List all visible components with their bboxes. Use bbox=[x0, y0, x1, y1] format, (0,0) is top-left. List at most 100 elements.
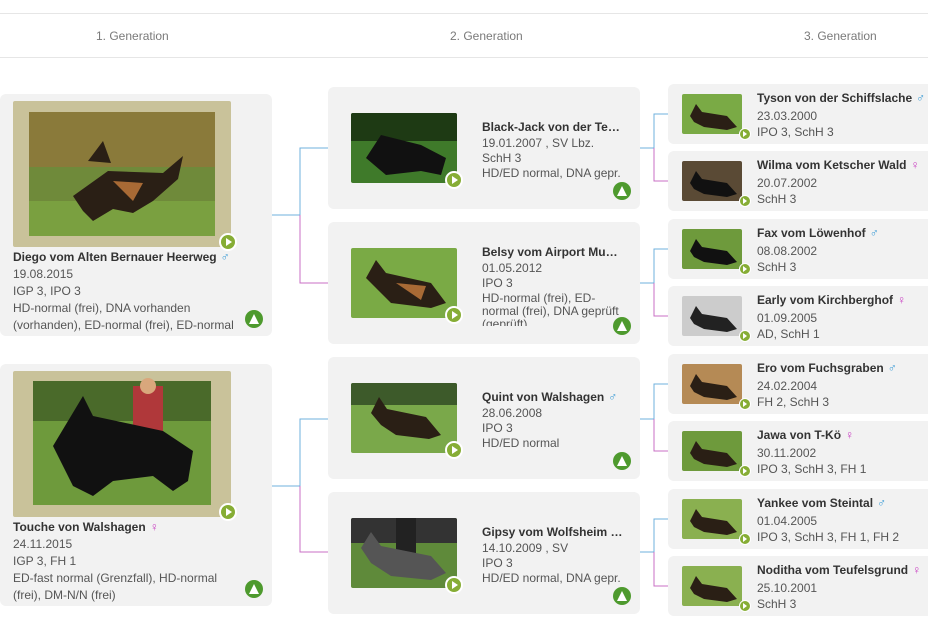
dog-name-link[interactable]: Yankee vom Steintal ♂ bbox=[757, 496, 927, 510]
play-icon[interactable] bbox=[445, 441, 463, 459]
birth-date: 01.04.2005 bbox=[757, 514, 818, 528]
dog-name-link[interactable]: Fax vom Löwenhof ♂ bbox=[757, 226, 927, 240]
play-icon[interactable] bbox=[445, 171, 463, 189]
dog-name[interactable]: Tyson von der Schiffslache bbox=[757, 91, 912, 105]
health-info-1: HD/ED normal bbox=[482, 436, 560, 450]
birth-date: 20.07.2002 bbox=[757, 176, 818, 190]
female-icon: ♀ bbox=[897, 293, 907, 307]
dog-card-gen2-1[interactable]: Black-Jack von der Te… 19.01.2007 , SV L… bbox=[328, 87, 640, 209]
dog-name[interactable]: Fax vom Löwenhof bbox=[757, 226, 866, 240]
health-info-1: HD/ED normal, DNA gepr. bbox=[482, 166, 621, 180]
titles: IPO 3 bbox=[482, 276, 513, 290]
dog-card-gen2-2[interactable]: Belsy vom Airport Mu… 01.05.2012 IPO 3 H… bbox=[328, 222, 640, 344]
female-icon: ♀ bbox=[845, 428, 855, 442]
birth-date: 01.09.2005 bbox=[757, 311, 818, 325]
dog-card-gen2-4[interactable]: Gipsy vom Wolfsheim … 14.10.2009 , SV IP… bbox=[328, 492, 640, 614]
male-icon: ♂ bbox=[869, 226, 879, 240]
dog-photo[interactable] bbox=[682, 566, 742, 606]
dog-photo[interactable] bbox=[682, 499, 742, 539]
dog-photo[interactable] bbox=[13, 371, 231, 517]
dog-name-link[interactable]: Early vom Kirchberghof ♀ bbox=[757, 293, 927, 307]
birth-date: 14.10.2009 , SV bbox=[482, 541, 569, 555]
birth-date: 08.08.2002 bbox=[757, 244, 818, 258]
dog-card-gen3-1[interactable]: Tyson von der Schiffslache ♂ 23.03.2000 I… bbox=[668, 84, 928, 144]
female-icon: ♀ bbox=[912, 563, 922, 577]
birth-date: 19.01.2007 , SV Lbz. bbox=[482, 136, 595, 150]
male-icon: ♂ bbox=[887, 361, 897, 375]
male-icon: ♂ bbox=[877, 496, 887, 510]
dog-card-gen3-2[interactable]: Wilma vom Ketscher Wald ♀ 20.07.2002 SchH… bbox=[668, 151, 928, 211]
dog-photo[interactable] bbox=[682, 161, 742, 201]
dog-photo[interactable] bbox=[682, 229, 742, 269]
birth-date: 30.11.2002 bbox=[757, 446, 817, 460]
dog-card-gen3-5[interactable]: Ero vom Fuchsgraben ♂ 24.02.2004 FH 2, Sc… bbox=[668, 354, 928, 414]
titles: IGP 3, FH 1 bbox=[13, 554, 77, 568]
pedigree-icon[interactable] bbox=[613, 452, 631, 470]
health-info-1: HD-normal (frei), ED- bbox=[482, 291, 596, 305]
dog-photo[interactable] bbox=[682, 431, 742, 471]
dog-card-gen3-3[interactable]: Fax vom Löwenhof ♂ 08.08.2002 SchH 3 bbox=[668, 219, 928, 279]
dog-name[interactable]: Wilma vom Ketscher Wald bbox=[757, 158, 906, 172]
titles: IPO 3 bbox=[482, 556, 513, 570]
titles: SchH 3 bbox=[757, 260, 797, 274]
titles: SchH 3 bbox=[482, 151, 522, 165]
play-icon[interactable] bbox=[739, 533, 751, 545]
dog-card-gen3-8[interactable]: Noditha vom Teufelsgrund ♀ 25.10.2001 Sch… bbox=[668, 556, 928, 616]
dog-name-link[interactable]: Diego vom Alten Bernauer Heerweg ♂ bbox=[13, 250, 263, 264]
dog-card-gen1-sire[interactable]: Diego vom Alten Bernauer Heerweg ♂ 19.08.… bbox=[0, 94, 272, 336]
play-icon[interactable] bbox=[739, 398, 751, 410]
dog-name-link[interactable]: Noditha vom Teufelsgrund ♀ bbox=[757, 563, 927, 577]
dog-photo[interactable] bbox=[351, 113, 457, 183]
dog-name[interactable]: Noditha vom Teufelsgrund bbox=[757, 563, 908, 577]
play-icon[interactable] bbox=[739, 600, 751, 612]
dog-name-link[interactable]: Touche von Walshagen ♀ bbox=[13, 520, 263, 534]
dog-name-link[interactable]: Ero vom Fuchsgraben ♂ bbox=[757, 361, 927, 375]
dog-name[interactable]: Gipsy vom Wolfsheim … bbox=[482, 525, 622, 539]
play-icon[interactable] bbox=[739, 330, 751, 342]
pedigree-icon[interactable] bbox=[613, 317, 631, 335]
titles: FH 2, SchH 3 bbox=[757, 395, 830, 409]
play-icon[interactable] bbox=[219, 233, 237, 251]
play-icon[interactable] bbox=[739, 263, 751, 275]
titles: SchH 3 bbox=[757, 597, 797, 611]
health-info-1: HD-normal (frei), DNA vorhanden bbox=[13, 301, 191, 315]
pedigree-icon[interactable] bbox=[613, 182, 631, 200]
dog-photo[interactable] bbox=[351, 518, 457, 588]
play-icon[interactable] bbox=[739, 465, 751, 477]
health-info-1: HD/ED normal, DNA gepr. bbox=[482, 571, 621, 585]
play-icon[interactable] bbox=[739, 195, 751, 207]
dog-card-gen3-6[interactable]: Jawa von T-Kö ♀ 30.11.2002 IPO 3, SchH 3,… bbox=[668, 421, 928, 481]
dog-name[interactable]: Black-Jack von der Te… bbox=[482, 120, 622, 134]
dog-name[interactable]: Jawa von T-Kö bbox=[757, 428, 841, 442]
dog-name[interactable]: Quint von Walshagen bbox=[482, 390, 604, 404]
dog-name[interactable]: Touche von Walshagen bbox=[13, 520, 146, 534]
male-icon: ♂ bbox=[608, 390, 618, 404]
dog-card-gen2-3[interactable]: Quint von Walshagen ♂ 28.06.2008 IPO 3 HD… bbox=[328, 357, 640, 479]
dog-name[interactable]: Diego vom Alten Bernauer Heerweg bbox=[13, 250, 217, 264]
pedigree-icon[interactable] bbox=[613, 587, 631, 605]
dog-photo[interactable] bbox=[13, 101, 231, 247]
dog-name[interactable]: Ero vom Fuchsgraben bbox=[757, 361, 884, 375]
pedigree-icon[interactable] bbox=[245, 310, 263, 328]
dog-name[interactable]: Early vom Kirchberghof bbox=[757, 293, 893, 307]
male-icon: ♂ bbox=[220, 250, 230, 264]
play-icon[interactable] bbox=[739, 128, 751, 140]
dog-photo[interactable] bbox=[351, 248, 457, 318]
play-icon[interactable] bbox=[445, 576, 463, 594]
dog-card-gen3-7[interactable]: Yankee vom Steintal ♂ 01.04.2005 IPO 3, S… bbox=[668, 489, 928, 549]
dog-photo[interactable] bbox=[682, 296, 742, 336]
dog-name[interactable]: Belsy vom Airport Mu… bbox=[482, 245, 622, 259]
play-icon[interactable] bbox=[445, 306, 463, 324]
dog-photo[interactable] bbox=[351, 383, 457, 453]
dog-name-link[interactable]: Quint von Walshagen ♂ bbox=[482, 390, 632, 404]
dog-name[interactable]: Yankee vom Steintal bbox=[757, 496, 873, 510]
dog-name-link[interactable]: Tyson von der Schiffslache ♂ bbox=[757, 91, 927, 105]
dog-card-gen1-dam[interactable]: Touche von Walshagen ♀ 24.11.2015 IGP 3, … bbox=[0, 364, 272, 606]
play-icon[interactable] bbox=[219, 503, 237, 521]
dog-card-gen3-4[interactable]: Early vom Kirchberghof ♀ 01.09.2005 AD, S… bbox=[668, 286, 928, 346]
dog-name-link[interactable]: Jawa von T-Kö ♀ bbox=[757, 428, 927, 442]
dog-photo[interactable] bbox=[682, 94, 742, 134]
dog-name-link[interactable]: Wilma vom Ketscher Wald ♀ bbox=[757, 158, 927, 172]
dog-photo[interactable] bbox=[682, 364, 742, 404]
pedigree-icon[interactable] bbox=[245, 580, 263, 598]
